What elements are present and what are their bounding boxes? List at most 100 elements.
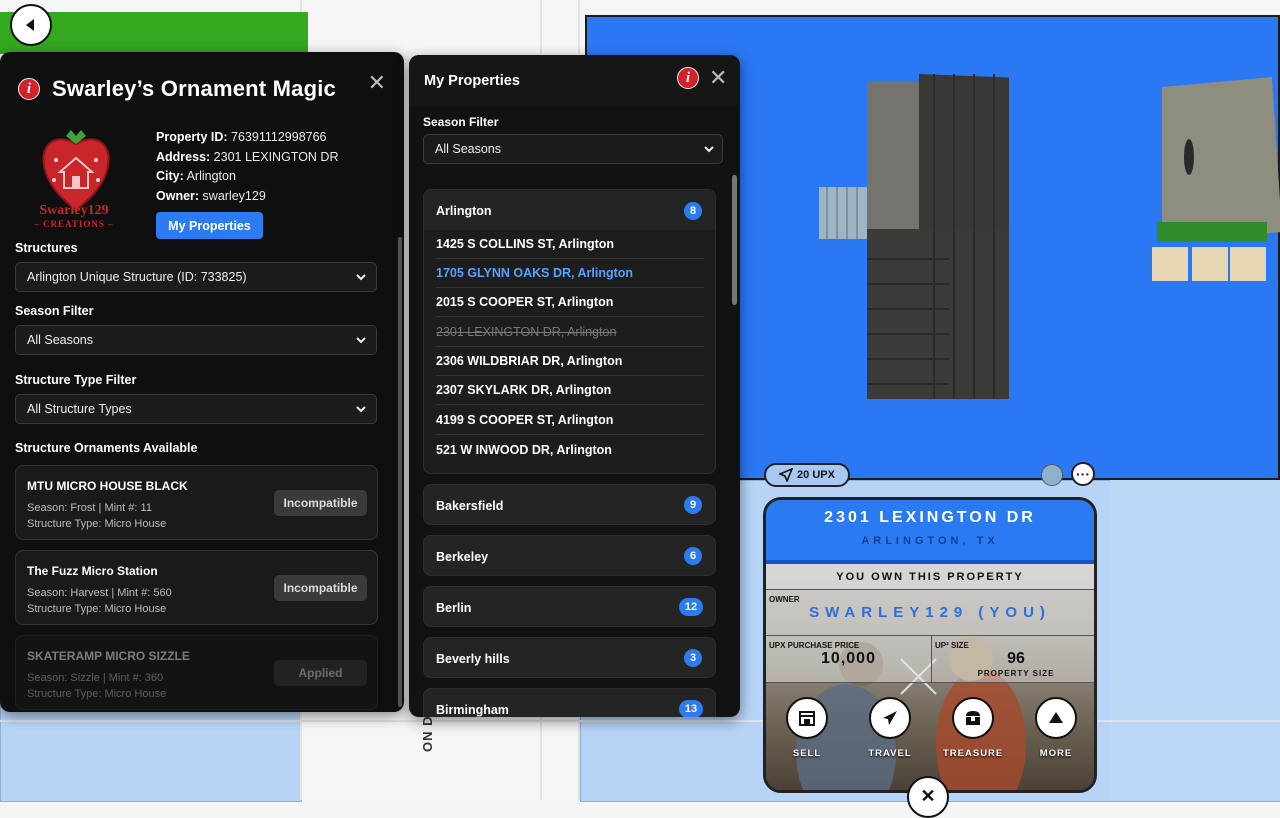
chevron-down-icon bbox=[356, 337, 366, 344]
count-badge: 8 bbox=[684, 202, 702, 220]
triangle-up-icon bbox=[1049, 712, 1063, 723]
ornament-name: SKATERAMP MICRO SIZZLE bbox=[27, 649, 190, 663]
neighbor-building bbox=[1152, 77, 1280, 281]
back-button[interactable] bbox=[10, 4, 52, 46]
property-item[interactable]: 2307 SKYLARK DR, Arlington bbox=[436, 376, 704, 405]
property-details: Property ID: 76391112998766 Address: 230… bbox=[156, 128, 339, 206]
travel-action[interactable]: TRAVEL bbox=[860, 697, 920, 759]
paper-plane-icon bbox=[779, 468, 794, 482]
building-3d bbox=[819, 74, 1009, 399]
property-group[interactable]: Bakersfield 9 bbox=[423, 484, 716, 525]
storefront-icon bbox=[799, 711, 815, 726]
property-group[interactable]: Berlin 12 bbox=[423, 586, 716, 627]
owner-value[interactable]: SWARLEY129 (YOU) bbox=[766, 604, 1094, 621]
property-item[interactable]: 521 W INWOOD DR, Arlington bbox=[436, 435, 704, 464]
size-label: UP² SIZE bbox=[935, 641, 969, 650]
property-group[interactable]: Berkeley 6 bbox=[423, 535, 716, 576]
property-group[interactable]: Birmingham 13 bbox=[423, 688, 716, 717]
map-lot bbox=[1110, 470, 1280, 800]
upx-travel-chip[interactable]: 20 UPX bbox=[764, 463, 850, 487]
ownership-banner: YOU OWN THIS PROPERTY bbox=[766, 564, 1094, 590]
back-arrow-icon bbox=[26, 19, 34, 31]
logo-text: Swarley129 bbox=[39, 203, 109, 218]
size-value: 96 bbox=[1007, 650, 1025, 667]
globe-icon[interactable] bbox=[1041, 464, 1063, 486]
property-id-row: Property ID: 76391112998766 bbox=[156, 130, 327, 144]
property-item[interactable]: 2301 LEXINGTON DR, Arlington bbox=[436, 318, 704, 347]
card-close-button[interactable]: ✕ bbox=[907, 776, 949, 818]
ornament-meta: Season: Sizzle | Mint #: 360 Structure T… bbox=[27, 672, 167, 700]
ornament-status-button[interactable]: Incompatible bbox=[274, 490, 367, 516]
season-filter-select[interactable]: All Seasons bbox=[15, 325, 377, 355]
close-icon[interactable]: ✕ bbox=[709, 67, 727, 89]
close-icon[interactable]: ✕ bbox=[368, 72, 386, 94]
logo-subtext: – CREATIONS – bbox=[34, 219, 114, 229]
card-header: 2301 LEXINGTON DR ARLINGTON, TX bbox=[766, 500, 1094, 564]
property-item[interactable]: 2306 WILDBRIAR DR, Arlington bbox=[436, 347, 704, 376]
price-value: 10,000 bbox=[821, 650, 876, 667]
ornament-name: MTU MICRO HOUSE BLACK bbox=[27, 479, 188, 493]
size-sublabel: PROPERTY SIZE bbox=[977, 669, 1055, 678]
property-group-arlington: Arlington 8 1425 S COLLINS ST, Arlington… bbox=[423, 189, 716, 474]
ornament-status-button[interactable]: Applied bbox=[274, 660, 367, 686]
more-action[interactable]: MORE bbox=[1026, 697, 1086, 759]
my-properties-panel: My Properties i ✕ Season Filter All Seas… bbox=[409, 55, 740, 717]
sell-button[interactable] bbox=[786, 697, 828, 739]
price-label: UPX PURCHASE PRICE bbox=[769, 641, 860, 650]
scrollbar[interactable] bbox=[398, 237, 402, 707]
ornament-meta: Season: Frost | Mint #: 11 Structure Typ… bbox=[27, 502, 167, 530]
structure-type-label: Structure Type Filter bbox=[15, 373, 137, 387]
ornament-status-button[interactable]: Incompatible bbox=[274, 575, 367, 601]
season-filter-label: Season Filter bbox=[15, 304, 94, 318]
structures-label: Structures bbox=[15, 241, 78, 255]
season-filter-label: Season Filter bbox=[423, 115, 499, 129]
card-address: 2301 LEXINGTON DR bbox=[824, 509, 1036, 526]
ornament-name: The Fuzz Micro Station bbox=[27, 564, 158, 578]
info-icon[interactable]: i bbox=[677, 67, 699, 89]
panel-header: My Properties i ✕ bbox=[409, 55, 740, 105]
travel-label: TRAVEL bbox=[868, 748, 912, 759]
ornament-card: SKATERAMP MICRO SIZZLE Season: Sizzle | … bbox=[15, 635, 378, 710]
count-badge: 12 bbox=[679, 598, 703, 616]
count-badge: 3 bbox=[684, 649, 702, 667]
travel-button[interactable] bbox=[869, 697, 911, 739]
more-label: MORE bbox=[1039, 748, 1073, 759]
group-name: Beverly hills bbox=[436, 652, 510, 666]
group-name: Arlington bbox=[436, 204, 492, 218]
chevron-down-icon bbox=[356, 274, 366, 281]
treasure-label: TREASURE bbox=[943, 748, 1004, 759]
property-owner-row: Owner: swarley129 bbox=[156, 188, 266, 203]
count-badge: 13 bbox=[679, 700, 703, 717]
treasure-button[interactable] bbox=[952, 697, 994, 739]
sell-label: SELL bbox=[792, 748, 822, 759]
sell-action[interactable]: SELL bbox=[777, 697, 837, 759]
airplane-icon bbox=[883, 711, 897, 725]
more-options-icon[interactable]: ··· bbox=[1071, 462, 1095, 486]
treasure-chest-icon bbox=[966, 711, 980, 725]
map-lot bbox=[0, 700, 302, 802]
panel-header: i Swarley’s Ornament Magic ✕ bbox=[18, 72, 386, 102]
season-filter-select[interactable]: All Seasons bbox=[423, 134, 723, 164]
property-item[interactable]: 4199 S COOPER ST, Arlington bbox=[436, 406, 704, 435]
ornaments-label: Structure Ornaments Available bbox=[15, 441, 198, 455]
property-card: 2301 LEXINGTON DR ARLINGTON, TX YOU OWN … bbox=[763, 497, 1097, 793]
chevron-down-icon bbox=[704, 146, 714, 153]
property-group[interactable]: Beverly hills 3 bbox=[423, 637, 716, 678]
property-item[interactable]: 1705 GLYNN OAKS DR, Arlington bbox=[436, 259, 704, 288]
info-icon[interactable]: i bbox=[18, 78, 40, 100]
property-item[interactable]: 2015 S COOPER ST, Arlington bbox=[436, 288, 704, 317]
count-badge: 6 bbox=[684, 547, 702, 565]
group-header[interactable]: Arlington 8 bbox=[424, 190, 715, 230]
structures-select[interactable]: Arlington Unique Structure (ID: 733825) bbox=[15, 262, 377, 292]
scrollbar[interactable] bbox=[732, 175, 737, 305]
my-properties-button[interactable]: My Properties bbox=[156, 212, 263, 239]
property-item[interactable]: 1425 S COLLINS ST, Arlington bbox=[436, 230, 704, 259]
property-city-row: City: Arlington bbox=[156, 169, 236, 183]
structure-type-select[interactable]: All Structure Types bbox=[15, 394, 377, 424]
more-button[interactable] bbox=[1035, 697, 1077, 739]
treasure-action[interactable]: TREASURE bbox=[943, 697, 1003, 759]
chevron-down-icon bbox=[356, 406, 366, 413]
group-name: Birmingham bbox=[436, 703, 509, 717]
group-name: Bakersfield bbox=[436, 499, 504, 513]
group-name: Berlin bbox=[436, 601, 472, 615]
